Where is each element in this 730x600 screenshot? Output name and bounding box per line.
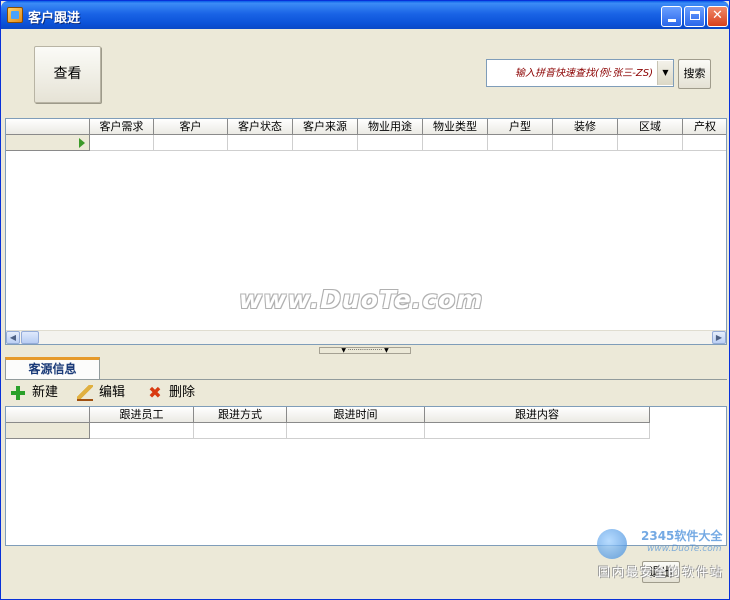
grid-cell[interactable] <box>90 135 154 151</box>
row-header[interactable] <box>6 423 90 439</box>
table-row[interactable] <box>6 135 726 151</box>
column-header[interactable]: 跟进员工 <box>90 407 194 423</box>
scroll-left-icon[interactable]: ◀ <box>6 331 20 344</box>
delete-button[interactable]: ✖ 删除 <box>147 384 195 402</box>
window-title: 客户跟进 <box>28 11 81 26</box>
edit-label: 编辑 <box>99 385 126 400</box>
column-header[interactable]: 区域 <box>618 119 683 135</box>
close-button[interactable]: ✕ <box>707 6 728 27</box>
grid-cell[interactable] <box>553 135 618 151</box>
pencil-icon <box>77 384 93 401</box>
toolbar: 新建 编辑 ✖ 删除 <box>5 380 727 406</box>
view-button[interactable]: 查看 <box>34 46 101 103</box>
grid-cell[interactable] <box>358 135 423 151</box>
column-header[interactable]: 跟进方式 <box>194 407 287 423</box>
current-row-arrow-icon <box>79 138 85 148</box>
column-header[interactable]: 客户状态 <box>228 119 293 135</box>
maximize-button[interactable] <box>684 6 705 27</box>
row-header-corner[interactable] <box>6 119 90 135</box>
plus-icon <box>10 385 26 401</box>
row-header[interactable] <box>6 135 90 151</box>
delete-label: 删除 <box>169 385 196 400</box>
column-header[interactable]: 客户需求 <box>90 119 154 135</box>
tab-strip: 客源信息 <box>5 355 727 380</box>
column-header[interactable]: 物业用途 <box>358 119 423 135</box>
column-header[interactable]: 客户来源 <box>293 119 358 135</box>
column-header[interactable]: 产权 <box>683 119 726 135</box>
grid-cell[interactable] <box>423 135 488 151</box>
grid-cell[interactable] <box>618 135 683 151</box>
delete-x-icon: ✖ <box>148 382 162 402</box>
watermark-brand: 2345软件大全 <box>641 529 723 543</box>
column-header[interactable]: 户型 <box>488 119 553 135</box>
grid-cell[interactable] <box>293 135 358 151</box>
new-label: 新建 <box>32 385 59 400</box>
grid-cell[interactable] <box>228 135 293 151</box>
grid-header-row: 客户需求 客户 客户状态 客户来源 物业用途 物业类型 户型 装修 区域 产权 <box>6 119 726 135</box>
minimize-button[interactable] <box>661 6 682 27</box>
column-header[interactable]: 装修 <box>553 119 618 135</box>
watermark-duote: www.DuoTe.com <box>239 285 484 314</box>
maximize-icon <box>689 11 700 20</box>
column-header[interactable]: 跟进内容 <box>425 407 650 423</box>
tab-customer-source-info[interactable]: 客源信息 <box>5 357 100 380</box>
grid-header-row: 跟进员工 跟进方式 跟进时间 跟进内容 <box>6 407 650 423</box>
app-window: 客户跟进 ✕ 查看 ▼ 搜索 客户需求客户客户状态客户来源物业用途物业类型户型装… <box>0 0 730 600</box>
column-header[interactable]: 物业类型 <box>423 119 488 135</box>
grid-cell[interactable] <box>287 423 425 439</box>
close-icon: ✕ <box>712 8 723 23</box>
minimize-icon <box>667 19 676 22</box>
grid-cell[interactable] <box>154 135 228 151</box>
row-header-corner[interactable] <box>6 407 90 423</box>
watermark-site: 国内最安全的软件站 <box>598 565 725 579</box>
scrollbar-thumb[interactable] <box>21 331 39 344</box>
splitter-handle[interactable]: ▼ ·················· ▼ <box>319 347 411 354</box>
title-bar[interactable]: 客户跟进 ✕ <box>1 1 729 29</box>
search-combobox[interactable]: ▼ <box>486 59 674 87</box>
scroll-right-icon[interactable]: ▶ <box>712 331 726 344</box>
grid-cell[interactable] <box>425 423 650 439</box>
grid-cell[interactable] <box>194 423 287 439</box>
edit-button[interactable]: 编辑 <box>77 384 125 402</box>
grid-cell[interactable] <box>683 135 726 151</box>
new-button[interactable]: 新建 <box>10 384 58 402</box>
search-input[interactable] <box>489 62 657 84</box>
column-header[interactable]: 跟进时间 <box>287 407 425 423</box>
top-panel: 查看 ▼ 搜索 <box>5 30 727 118</box>
search-button[interactable]: 搜索 <box>678 59 711 89</box>
grid-cell[interactable] <box>90 423 194 439</box>
column-header[interactable]: 客户 <box>154 119 228 135</box>
app-icon <box>7 7 23 23</box>
dropdown-arrow-icon[interactable]: ▼ <box>657 61 673 85</box>
watermark-url: www.DuoTe.com <box>647 544 722 554</box>
watermark-logo-icon <box>591 521 636 561</box>
grid-cell[interactable] <box>488 135 553 151</box>
table-row[interactable] <box>6 423 650 439</box>
horizontal-scrollbar[interactable]: ◀ ▶ <box>6 330 726 344</box>
